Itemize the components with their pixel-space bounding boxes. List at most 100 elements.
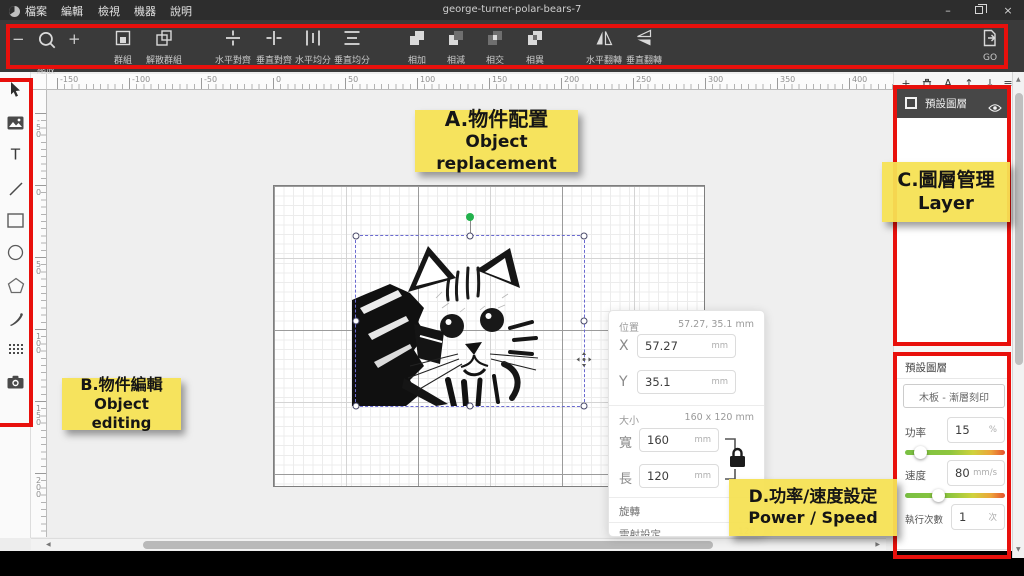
selection-handle-e[interactable]	[581, 318, 588, 325]
selection-handle-s[interactable]	[467, 403, 474, 410]
cursor-tool-icon[interactable]	[6, 80, 25, 99]
main-toolbar: − + 縮放 群組 解散群組 水平對齊 垂直對齊 水平均分 垂直均分	[0, 20, 1024, 72]
text-tool-icon[interactable]: T	[6, 145, 25, 164]
zoom-tool-icon[interactable]	[36, 29, 58, 55]
v-ruler-label: 100	[34, 332, 42, 353]
layer-settings-panel: 預設圖層 木板 - 漸層刻印 功率 15 % 速度 80 mm/s 執行次數	[896, 352, 1011, 550]
x-axis-label: X	[619, 338, 629, 354]
distribute-horizontal-button[interactable]: 水平均分	[295, 28, 331, 66]
v-ruler-tick	[35, 473, 46, 474]
rotation-handle[interactable]	[466, 213, 474, 221]
selection-handle-w[interactable]	[353, 318, 360, 325]
minimize-button[interactable]: –	[934, 0, 962, 20]
speed-slider[interactable]	[905, 493, 1005, 498]
boolean-intersect-label: 相交	[486, 53, 504, 66]
pen-tool-icon[interactable]	[6, 309, 25, 328]
x-position-input[interactable]: 57.27 mm	[637, 334, 736, 358]
boolean-difference-button[interactable]: 相異	[525, 28, 545, 66]
vertical-scroll-thumb[interactable]	[1015, 93, 1023, 365]
annotation-b-line2: Object editing	[62, 395, 181, 433]
move-anchor-icon[interactable]	[577, 352, 592, 371]
vertical-scrollbar[interactable]: ▲ ▼	[1012, 72, 1024, 558]
height-label: 長	[619, 468, 632, 487]
restore-button[interactable]	[965, 0, 993, 20]
speed-value: 80	[955, 466, 970, 480]
layer-row[interactable]: 預設圖層	[897, 88, 1010, 118]
camera-tool-icon[interactable]	[6, 372, 25, 391]
zoom-in-button[interactable]: +	[68, 32, 81, 47]
speed-input[interactable]: 80 mm/s	[947, 460, 1005, 486]
scroll-down-icon[interactable]: ▼	[1016, 547, 1021, 553]
right-panel: + A ↑ ↓ ≡ 預設圖層 預設圖層 木板 - 漸層刻印 功率 1	[893, 72, 1012, 551]
selection-handle-sw[interactable]	[353, 403, 360, 410]
v-ruler-tick	[35, 257, 46, 258]
rotate-section-label[interactable]: 旋轉	[619, 504, 640, 519]
scroll-left-icon[interactable]: ◀	[46, 542, 51, 548]
ungroup-button[interactable]: 解散群組	[146, 28, 182, 66]
annotation-d-line2: Power / Speed	[748, 508, 877, 528]
distribute-vertical-button[interactable]: 垂直均分	[334, 28, 370, 66]
preset-value: 木板 - 漸層刻印	[919, 389, 989, 404]
power-unit: %	[989, 425, 997, 435]
power-slider[interactable]	[905, 450, 1005, 455]
laser-settings-label[interactable]: 雷射設定	[619, 527, 661, 537]
app-window: 檔案 編輯 檢視 機器 說明 george-turner-polar-bears…	[0, 0, 1024, 576]
flip-horizontal-button[interactable]: 水平翻轉	[586, 28, 622, 66]
power-slider-knob[interactable]	[914, 446, 927, 459]
speed-unit: mm/s	[973, 468, 997, 478]
align-horizontal-button[interactable]: 水平對齊	[215, 28, 251, 66]
y-axis-label: Y	[619, 374, 628, 390]
selection-box[interactable]	[355, 235, 585, 407]
position-summary: 57.27, 35.1 mm	[678, 319, 754, 330]
go-button[interactable]: GO	[980, 28, 1000, 63]
selection-handle-ne[interactable]	[581, 233, 588, 240]
annotation-a: A.物件配置 Object replacement	[415, 110, 578, 172]
flip-vertical-button[interactable]: 垂直翻轉	[626, 28, 662, 66]
layer-visibility-eye-icon[interactable]	[988, 98, 1002, 117]
bottom-black-bar	[0, 551, 1024, 576]
image-tool-icon[interactable]	[6, 113, 25, 132]
dot-grid-tool-icon[interactable]	[6, 340, 25, 359]
boolean-union-button[interactable]: 相加	[407, 28, 427, 66]
preset-select[interactable]: 木板 - 漸層刻印	[903, 384, 1005, 408]
y-position-input[interactable]: 35.1 mm	[637, 370, 736, 394]
selection-handle-n[interactable]	[467, 233, 474, 240]
v-ruler: -50050100150200250	[31, 90, 47, 537]
h-ruler-tick	[201, 78, 202, 89]
speed-slider-knob[interactable]	[932, 489, 945, 502]
group-button[interactable]: 群組	[113, 28, 133, 66]
go-label: GO	[983, 53, 997, 63]
power-input[interactable]: 15 %	[947, 417, 1005, 443]
scroll-right-icon[interactable]: ▶	[875, 542, 880, 548]
boolean-subtract-button[interactable]: 相減	[446, 28, 466, 66]
repeats-input[interactable]: 1 次	[951, 504, 1005, 530]
layer-color-checkbox[interactable]	[905, 97, 917, 109]
h-ruler-tick	[345, 78, 346, 89]
rectangle-tool-icon[interactable]	[6, 211, 25, 230]
ellipse-tool-icon[interactable]	[6, 243, 25, 262]
text-tool-glyph: T	[10, 146, 21, 163]
selection-handle-nw[interactable]	[353, 233, 360, 240]
line-tool-icon[interactable]	[6, 179, 25, 198]
horizontal-scroll-thumb[interactable]	[143, 541, 713, 549]
divider	[897, 378, 1010, 379]
width-input[interactable]: 160 mm	[639, 428, 719, 452]
annotation-c-line1: C.圖層管理	[897, 169, 994, 193]
horizontal-scrollbar[interactable]: ◀ ▶	[31, 538, 886, 550]
annotation-c: C.圖層管理 Layer	[882, 162, 1010, 222]
zoom-out-button[interactable]: −	[12, 32, 25, 47]
boolean-difference-label: 相異	[526, 53, 544, 66]
align-vertical-button[interactable]: 垂直對齊	[256, 28, 292, 66]
v-ruler-tick	[35, 185, 46, 186]
h-ruler-label: 300	[708, 75, 723, 84]
annotation-a-line1: A.物件配置	[445, 107, 548, 132]
selection-handle-se[interactable]	[581, 403, 588, 410]
boolean-intersect-button[interactable]: 相交	[485, 28, 505, 66]
close-button[interactable]: ×	[994, 0, 1022, 20]
power-value: 15	[955, 423, 970, 437]
h-ruler-label: 50	[348, 75, 358, 84]
flip-vertical-label: 垂直翻轉	[626, 53, 662, 66]
scroll-up-icon[interactable]: ▲	[1016, 77, 1021, 83]
height-input[interactable]: 120 mm	[639, 464, 719, 488]
polygon-tool-icon[interactable]	[6, 276, 25, 295]
